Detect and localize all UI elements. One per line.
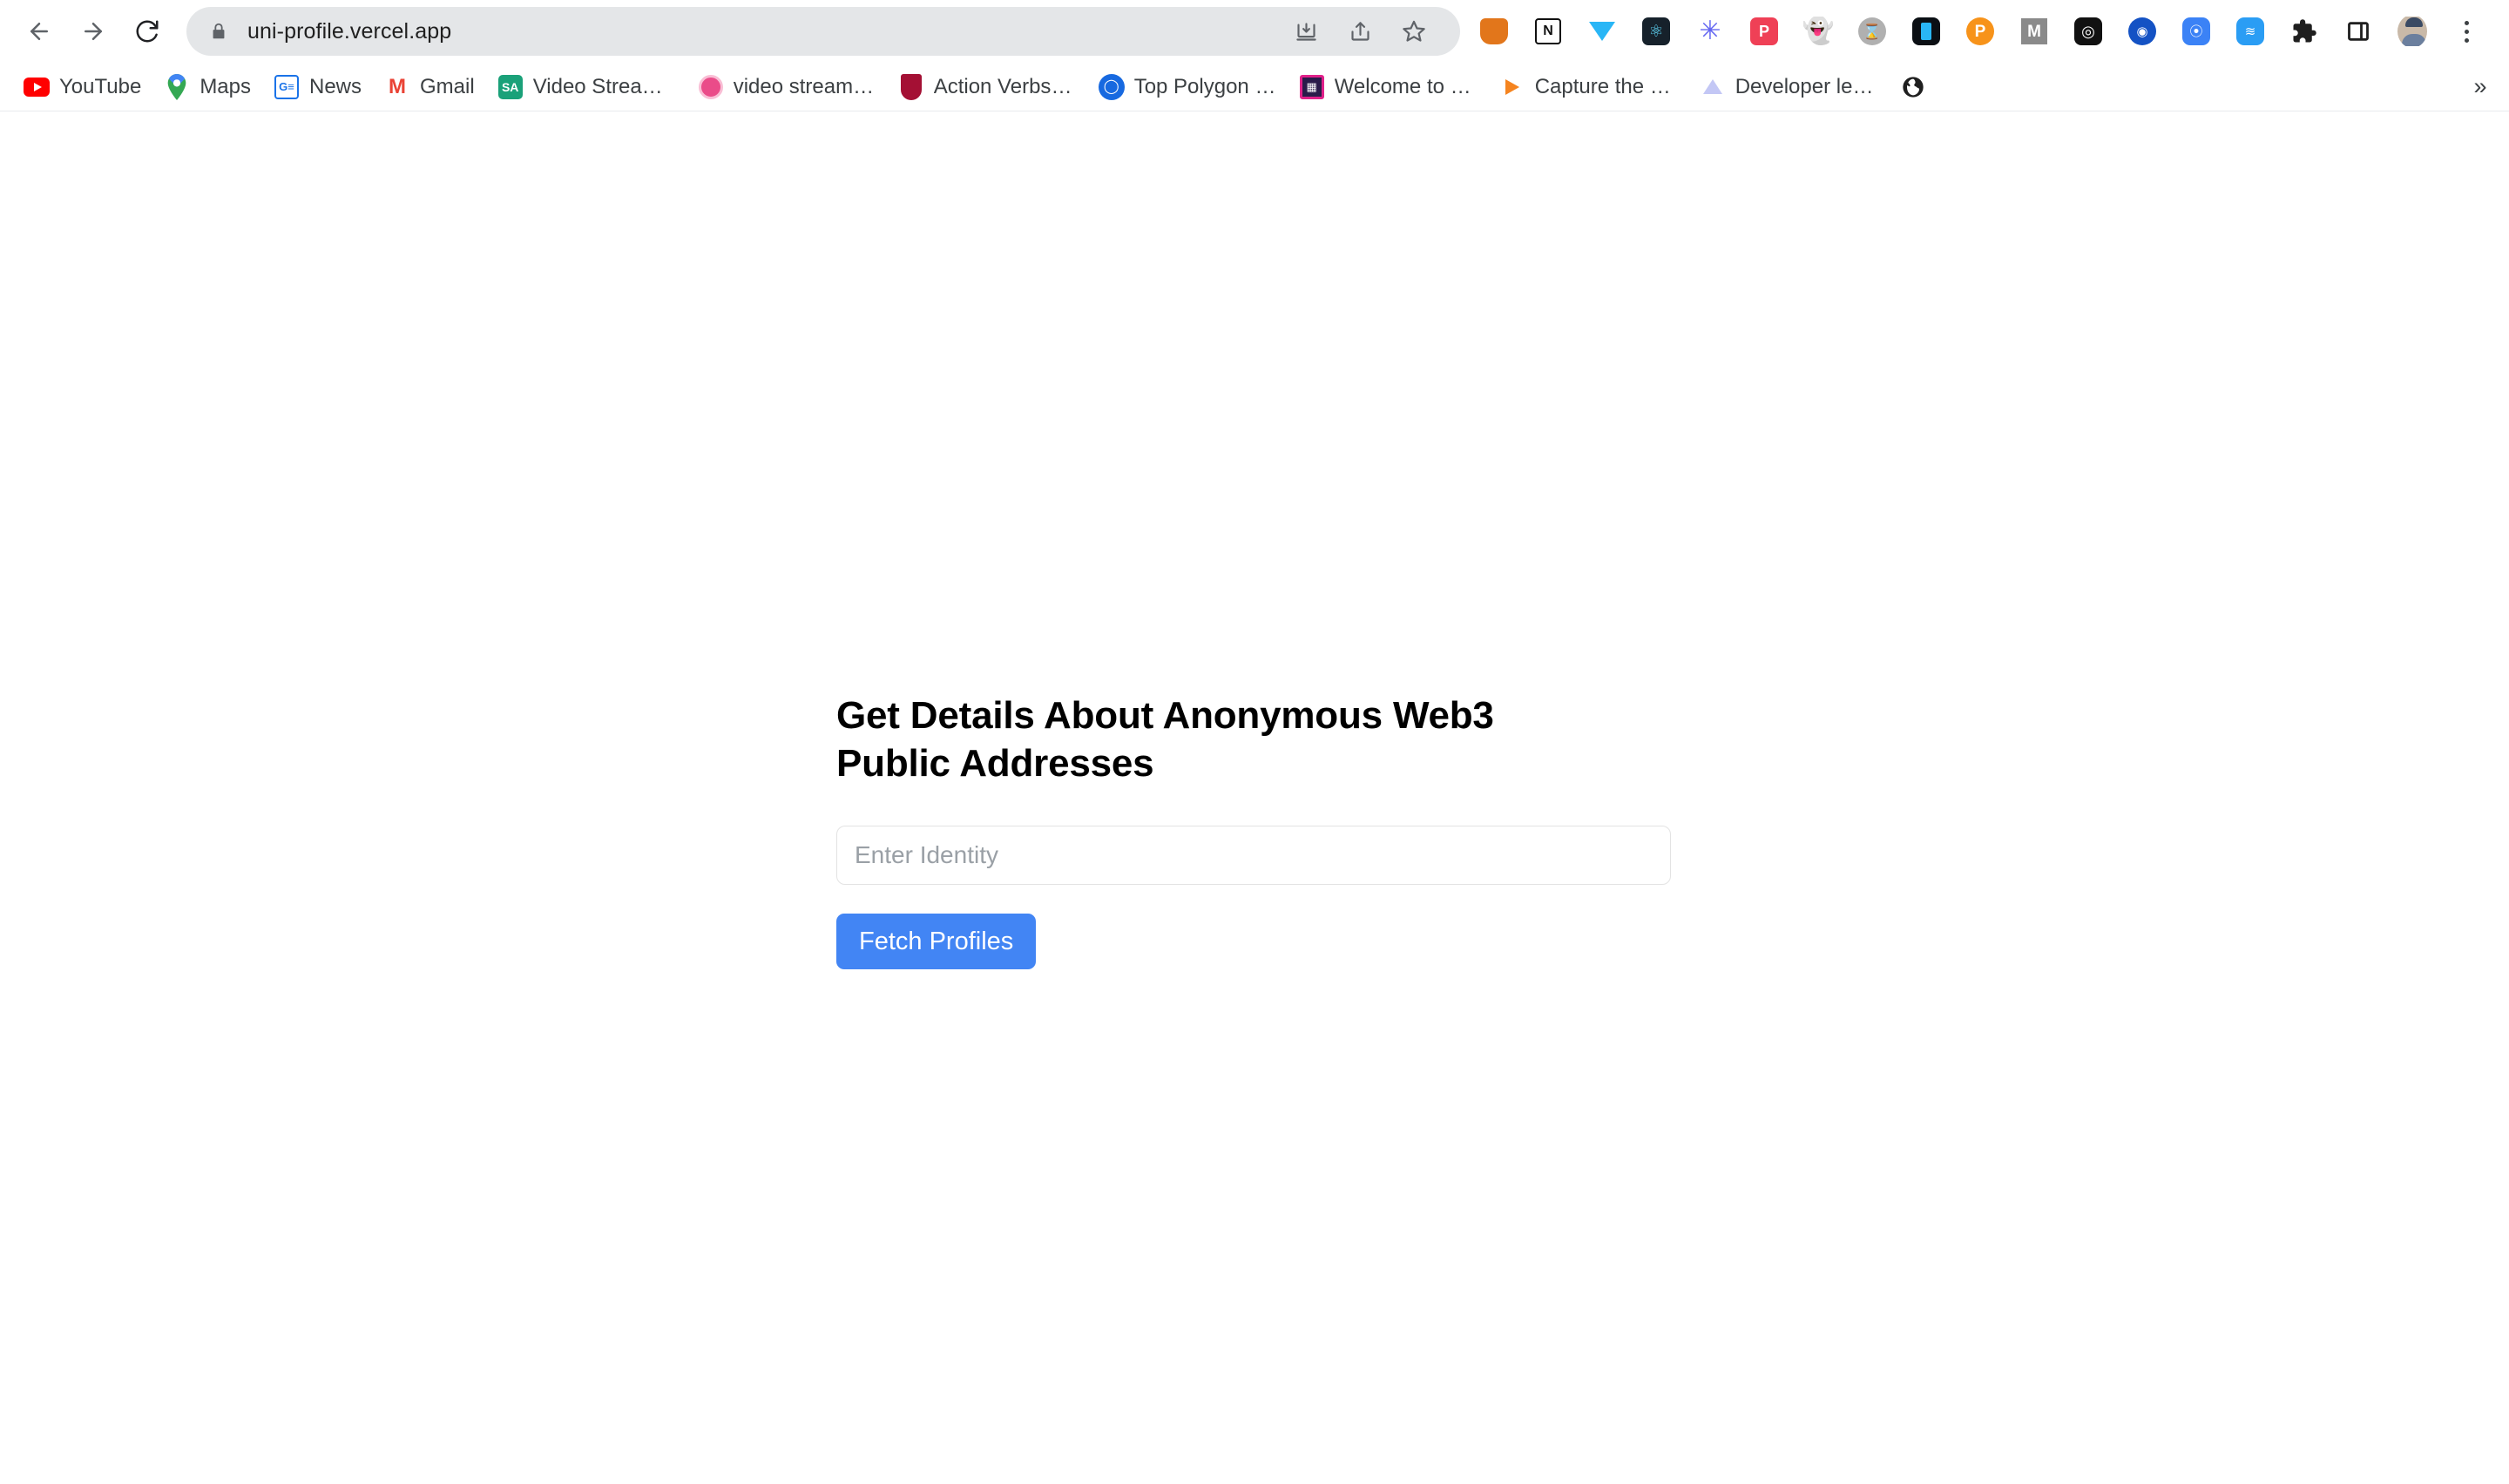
gmail-icon: M [389, 74, 407, 98]
forward-button[interactable] [66, 4, 120, 58]
pocket-icon[interactable]: P [1737, 4, 1791, 58]
back-arrow-icon [30, 23, 48, 40]
dark-app-icon[interactable] [1899, 4, 1953, 58]
polygon-icon: ◯ [1098, 73, 1125, 100]
identity-input[interactable] [836, 825, 1671, 885]
blue-wave-icon[interactable]: ≋ [2223, 4, 2277, 58]
address-bar[interactable]: uni-profile.vercel.app [186, 7, 1460, 56]
sa-icon: SA [497, 74, 524, 100]
bookmark-video-streaming-w[interactable]: video streaming w... [686, 68, 887, 106]
phantom-wallet-icon[interactable]: 👻 [1791, 4, 1845, 58]
side-panel-icon[interactable] [2331, 4, 2385, 58]
reload-button[interactable] [120, 4, 174, 58]
bookmark-youtube[interactable]: YouTube [12, 68, 152, 106]
youtube-icon [24, 74, 50, 100]
bookmarks-bar: YouTube Maps G≡ News M Gmail SA Video St… [0, 63, 2509, 111]
share-icon[interactable] [1333, 7, 1387, 56]
bookmark-gmail[interactable]: M Gmail [373, 68, 486, 106]
bookmark-news[interactable]: G≡ News [262, 68, 373, 106]
flag-icon [1499, 74, 1525, 100]
diamond-icon[interactable] [1575, 4, 1629, 58]
page-content: Get Details About Anonymous Web3 Public … [0, 111, 2509, 1483]
profile-avatar[interactable] [2385, 4, 2439, 58]
bookmark-label: News [309, 74, 362, 98]
globe-icon [1900, 74, 1926, 100]
forward-arrow-icon [85, 23, 102, 40]
google-maps-icon [164, 73, 190, 100]
page-title: Get Details About Anonymous Web3 Public … [836, 694, 1494, 786]
bookmark-capture-the-ether[interactable]: Capture the Ether... [1488, 68, 1688, 106]
openai-icon[interactable]: ◎ [2061, 4, 2115, 58]
omnibox-actions [1279, 7, 1441, 56]
bookmark-label: Action Verbs | Har... [933, 74, 1076, 98]
chrome-menu-icon[interactable] [2439, 4, 2493, 58]
extensions-puzzle-icon[interactable] [2277, 4, 2331, 58]
bookmark-globe[interactable] [1889, 68, 1938, 106]
bookmarks-overflow-button[interactable]: » [2460, 67, 2500, 107]
bookmark-label: Top Polygon Dapp... [1133, 74, 1276, 98]
bookmark-label: YouTube [59, 74, 142, 98]
asterisk-icon[interactable]: ✳ [1683, 4, 1737, 58]
harvard-icon [898, 73, 924, 100]
extensions-strip: N ⚛ ✳ P 👻 ⌛ P M ◎ ◉ ⦿ ≋ [1467, 4, 2493, 58]
blue-compass-icon[interactable]: ⦿ [2169, 4, 2223, 58]
reload-icon [136, 20, 159, 43]
blue-target-icon[interactable]: ◉ [2115, 4, 2169, 58]
google-news-icon: G≡ [274, 74, 300, 100]
bookmark-welcome-to-nft[interactable]: ▦ Welcome to NFT... [1288, 68, 1488, 106]
bookmark-maps[interactable]: Maps [152, 68, 262, 106]
polkadot-icon[interactable]: P [1953, 4, 2007, 58]
bookmark-star-icon[interactable] [1387, 7, 1441, 56]
back-button[interactable] [12, 4, 66, 58]
address-bar-url: uni-profile.vercel.app [247, 18, 452, 44]
bookmark-video-streaming[interactable]: SA Video Streaming... [486, 68, 686, 106]
profile-lookup-form: Get Details About Anonymous Web3 Public … [836, 691, 1673, 969]
bookmark-label: Video Streaming... [532, 74, 675, 98]
bookmark-top-polygon-dapps[interactable]: ◯ Top Polygon Dapp... [1087, 68, 1288, 106]
browser-chrome: uni-profile.vercel.app N ⚛ ✳ P 👻 ⌛ P M ◎… [0, 0, 2509, 111]
lock-icon [209, 21, 228, 42]
bookmark-label: Developer learnin... [1735, 74, 1877, 98]
bookmark-label: Gmail [420, 74, 475, 98]
bookmark-label: Welcome to NFT... [1334, 74, 1477, 98]
bookmark-label: Maps [200, 74, 251, 98]
install-page-icon[interactable] [1279, 7, 1333, 56]
fetch-profiles-button[interactable]: Fetch Profiles [836, 913, 1037, 969]
dribbble-icon [698, 74, 724, 100]
bookmark-developer-learning[interactable]: Developer learnin... [1688, 68, 1889, 106]
nft-icon: ▦ [1299, 74, 1325, 100]
ethereum-icon [1700, 74, 1726, 100]
bookmark-label: video streaming w... [733, 74, 876, 98]
bookmark-action-verbs[interactable]: Action Verbs | Har... [887, 68, 1087, 106]
medium-icon[interactable]: M [2007, 4, 2061, 58]
bookmark-label: Capture the Ether... [1534, 74, 1677, 98]
metamask-icon[interactable] [1467, 4, 1521, 58]
browser-toolbar: uni-profile.vercel.app N ⚛ ✳ P 👻 ⌛ P M ◎… [0, 0, 2509, 63]
notion-icon[interactable]: N [1521, 4, 1575, 58]
react-devtools-icon[interactable]: ⚛ [1629, 4, 1683, 58]
hourglass-icon[interactable]: ⌛ [1845, 4, 1899, 58]
